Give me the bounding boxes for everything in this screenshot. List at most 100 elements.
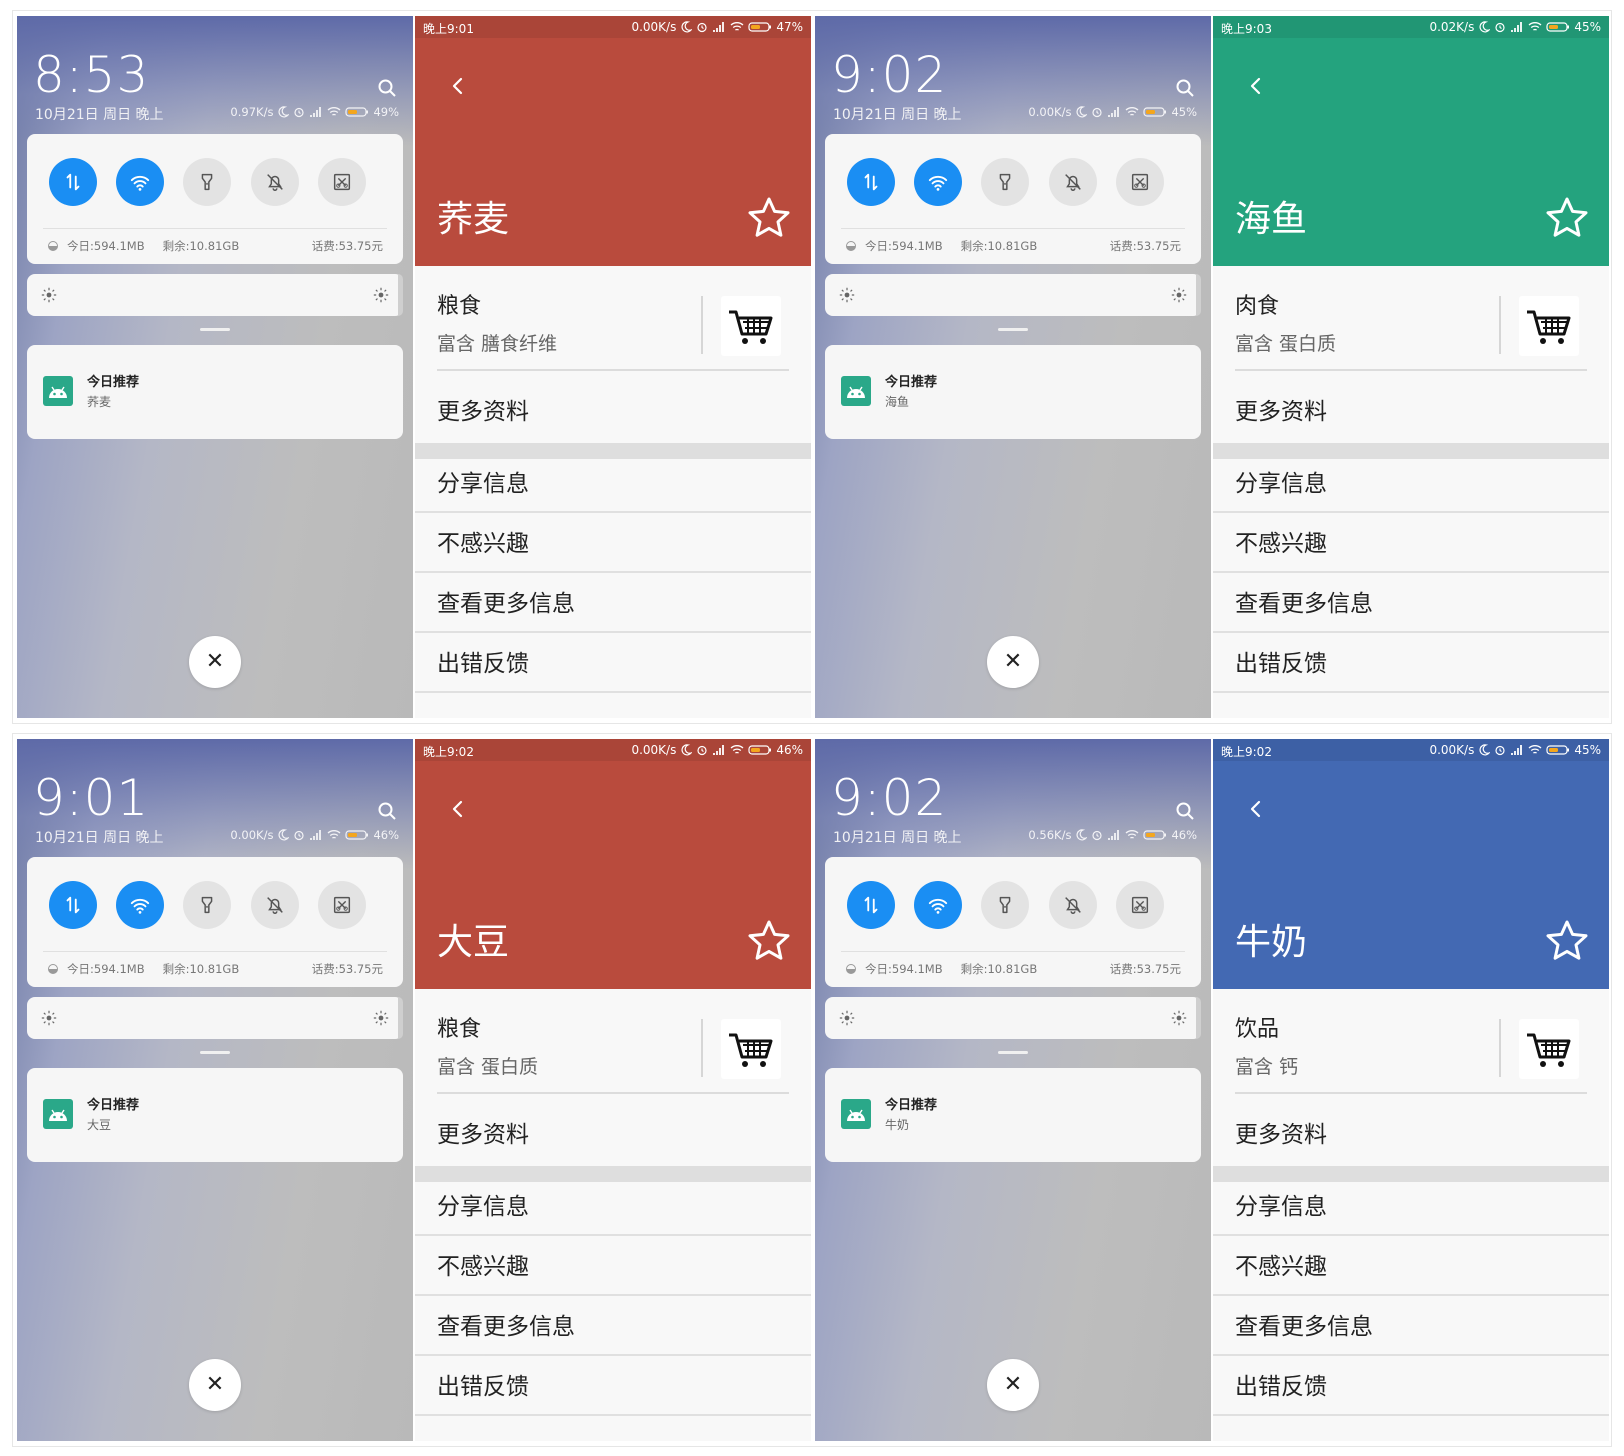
shade-drag-handle[interactable] (200, 328, 230, 331)
shopping-cart-icon (1527, 310, 1571, 344)
back-arrow-icon[interactable] (1245, 72, 1267, 100)
notification-card[interactable]: 今日推荐 海鱼 (825, 345, 1201, 439)
screenshot-toggle[interactable] (318, 158, 366, 206)
mobile-data-toggle[interactable] (847, 881, 895, 929)
view-more-item[interactable]: 查看更多信息 (437, 584, 575, 618)
flashlight-toggle[interactable] (183, 158, 231, 206)
back-arrow-icon[interactable] (447, 72, 469, 100)
divider (1213, 1414, 1609, 1416)
back-arrow-icon[interactable] (1245, 795, 1267, 823)
wifi-toggle[interactable] (914, 881, 962, 929)
clear-notifications-button[interactable]: ✕ (189, 636, 241, 688)
wifi-toggle[interactable] (914, 158, 962, 206)
mobile-data-toggle[interactable] (49, 158, 97, 206)
screenshot-icon (333, 173, 351, 191)
brightness-slider[interactable] (825, 997, 1201, 1039)
feedback-item[interactable]: 出错反馈 (1235, 644, 1327, 678)
divider (415, 1234, 811, 1236)
feedback-item[interactable]: 出错反馈 (437, 1367, 529, 1401)
silent-toggle[interactable] (251, 881, 299, 929)
mobile-data-toggle[interactable] (49, 881, 97, 929)
view-more-item[interactable]: 查看更多信息 (1235, 1307, 1373, 1341)
shade-drag-handle[interactable] (998, 1051, 1028, 1054)
notification-card[interactable]: 今日推荐 牛奶 (825, 1068, 1201, 1162)
battery-level: 45% (1574, 743, 1601, 757)
alarm-icon (1092, 830, 1103, 841)
share-item[interactable]: 分享信息 (437, 1187, 529, 1221)
brightness-low-icon (41, 287, 57, 303)
food-nutrient: 富含 膳食纤维 (437, 333, 558, 355)
notification-shade: 9:02 10月21日 周日 晚上 0.56K/s 46% 今日:594.1MB 剩余:1… (815, 739, 1211, 1441)
brightness-slider[interactable] (27, 274, 403, 316)
divider (1213, 571, 1609, 573)
silent-toggle[interactable] (1049, 158, 1097, 206)
more-info-item[interactable]: 更多资料 (437, 1115, 529, 1149)
status-time: 晚上9:02 (1221, 745, 1272, 759)
flashlight-toggle[interactable] (183, 881, 231, 929)
screenshot-toggle[interactable] (1116, 881, 1164, 929)
wifi-status-icon (328, 107, 341, 116)
favorite-star-icon[interactable] (1545, 196, 1589, 240)
data-usage-icon (846, 964, 856, 974)
mobile-data-toggle[interactable] (847, 158, 895, 206)
cart-button[interactable] (1519, 1019, 1579, 1079)
wifi-toggle[interactable] (116, 881, 164, 929)
divider (1213, 511, 1609, 513)
clear-notifications-button[interactable]: ✕ (987, 1359, 1039, 1411)
net-speed: 0.00K/s (1028, 105, 1072, 119)
clear-notifications-button[interactable]: ✕ (987, 636, 1039, 688)
cart-button[interactable] (1519, 296, 1579, 356)
cart-button[interactable] (721, 1019, 781, 1079)
net-speed: 0.97K/s (230, 105, 274, 119)
clear-notifications-button[interactable]: ✕ (189, 1359, 241, 1411)
status-icons: 0.00K/s 46% (631, 743, 803, 757)
back-arrow-icon[interactable] (447, 795, 469, 823)
more-info-item[interactable]: 更多资料 (1235, 1115, 1327, 1149)
net-speed: 0.00K/s (1429, 743, 1475, 757)
more-info-item[interactable]: 更多资料 (437, 392, 529, 426)
silent-toggle[interactable] (251, 158, 299, 206)
signal-icon (713, 22, 725, 32)
wifi-icon (130, 899, 150, 914)
silent-toggle[interactable] (1049, 881, 1097, 929)
share-item[interactable]: 分享信息 (437, 464, 529, 498)
phone-fee: 话费:53.75元 (311, 962, 383, 976)
notification-card[interactable]: 今日推荐 荞麦 (27, 345, 403, 439)
shade-drag-handle[interactable] (998, 328, 1028, 331)
view-more-item[interactable]: 查看更多信息 (1235, 584, 1373, 618)
share-item[interactable]: 分享信息 (1235, 464, 1327, 498)
not-interested-item[interactable]: 不感兴趣 (437, 1247, 529, 1281)
flashlight-toggle[interactable] (981, 881, 1029, 929)
feedback-item[interactable]: 出错反馈 (437, 644, 529, 678)
shade-drag-handle[interactable] (200, 1051, 230, 1054)
brightness-slider[interactable] (27, 997, 403, 1039)
not-interested-item[interactable]: 不感兴趣 (1235, 1247, 1327, 1281)
feedback-item[interactable]: 出错反馈 (1235, 1367, 1327, 1401)
more-info-item[interactable]: 更多资料 (1235, 392, 1327, 426)
search-icon[interactable] (377, 801, 397, 821)
flashlight-toggle[interactable] (981, 158, 1029, 206)
mobile-data-icon (864, 896, 878, 914)
search-icon[interactable] (1175, 78, 1195, 98)
divider (437, 369, 789, 371)
favorite-star-icon[interactable] (747, 196, 791, 240)
search-icon[interactable] (1175, 801, 1195, 821)
favorite-star-icon[interactable] (747, 919, 791, 963)
view-more-item[interactable]: 查看更多信息 (437, 1307, 575, 1341)
favorite-star-icon[interactable] (1545, 919, 1589, 963)
alarm-icon (1495, 745, 1505, 756)
data-usage-line: 今日:594.1MB 剩余:10.81GB 话费:53.75元 (47, 238, 383, 254)
search-icon[interactable] (377, 78, 397, 98)
notification-card[interactable]: 今日推荐 大豆 (27, 1068, 403, 1162)
share-item[interactable]: 分享信息 (1235, 1187, 1327, 1221)
not-interested-item[interactable]: 不感兴趣 (1235, 524, 1327, 558)
status-time: 晚上9:01 (423, 22, 474, 36)
screenshot-toggle[interactable] (318, 881, 366, 929)
signal-icon (1511, 745, 1523, 755)
divider (415, 1354, 811, 1356)
cart-button[interactable] (721, 296, 781, 356)
screenshot-toggle[interactable] (1116, 158, 1164, 206)
wifi-toggle[interactable] (116, 158, 164, 206)
brightness-slider[interactable] (825, 274, 1201, 316)
not-interested-item[interactable]: 不感兴趣 (437, 524, 529, 558)
